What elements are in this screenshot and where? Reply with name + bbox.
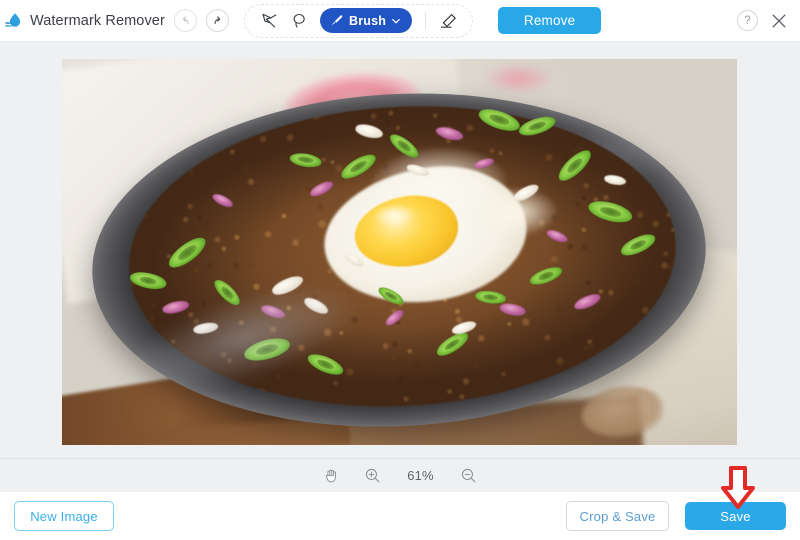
redo-button[interactable] (206, 9, 229, 32)
history-controls (174, 9, 229, 32)
image-preview[interactable] (62, 59, 737, 445)
remove-button[interactable]: Remove (498, 7, 602, 34)
zoom-in-button[interactable] (363, 466, 383, 486)
save-button[interactable]: Save (685, 502, 786, 530)
toolbar-divider (425, 12, 427, 29)
sizzling-sisig-plate-photo (62, 59, 737, 445)
app-title: Watermark Remover (30, 12, 165, 29)
zoom-toolbar: 61% (0, 458, 800, 492)
app-header: Watermark Remover Brush Remove ? (0, 0, 800, 42)
free-lasso-tool[interactable] (284, 8, 314, 34)
brush-tool-button[interactable]: Brush (320, 8, 413, 33)
eraser-tool[interactable] (433, 8, 463, 34)
brush-label: Brush (349, 13, 387, 28)
hand-pan-button[interactable] (322, 466, 342, 486)
brand: Watermark Remover (0, 10, 172, 32)
save-label: Save (720, 508, 751, 524)
header-right-controls: ? (737, 10, 800, 31)
lasso-icon (293, 13, 305, 28)
undo-arrow-icon (182, 16, 189, 25)
redo-arrow-icon (214, 16, 221, 25)
hand-pan-icon (325, 469, 336, 483)
question-mark-icon: ? (744, 14, 751, 27)
zoom-out-icon (461, 468, 476, 483)
brush-icon (331, 15, 343, 26)
water-drop-logo-icon (4, 10, 26, 32)
zoom-out-button[interactable] (459, 466, 479, 486)
zoom-level: 61% (407, 468, 434, 483)
remove-label: Remove (523, 13, 576, 28)
close-button[interactable] (769, 11, 789, 31)
close-x-icon (772, 14, 786, 27)
new-image-label: New Image (30, 508, 98, 524)
eraser-icon (440, 13, 456, 28)
app-footer: New Image Crop & Save Save (0, 492, 800, 540)
crop-and-save-button[interactable]: Crop & Save (566, 501, 669, 531)
polygon-lasso-icon (261, 13, 276, 28)
watermark-remover-window: Watermark Remover Brush Remove ? 61% New… (0, 0, 800, 540)
selection-toolgroup: Brush (244, 3, 474, 38)
new-image-button[interactable]: New Image (14, 501, 114, 531)
crop-and-save-label: Crop & Save (579, 508, 656, 524)
editor-canvas[interactable] (0, 42, 800, 458)
chevron-down-icon (392, 18, 400, 23)
undo-button[interactable] (174, 9, 197, 32)
zoom-in-icon (365, 468, 380, 483)
polygon-lasso-tool[interactable] (254, 8, 284, 34)
help-button[interactable]: ? (737, 10, 758, 31)
